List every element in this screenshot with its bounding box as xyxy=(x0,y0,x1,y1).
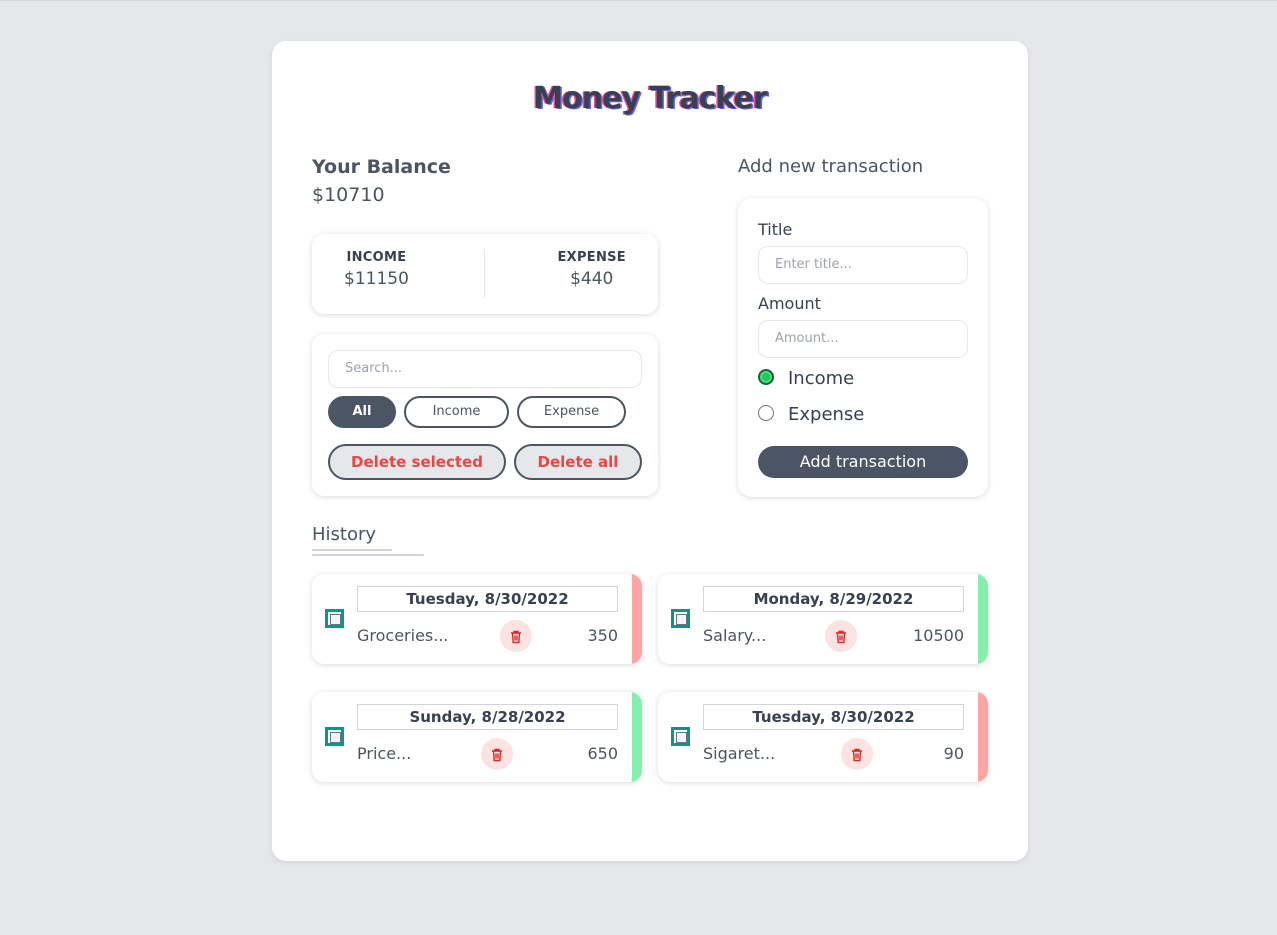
history-underline xyxy=(312,554,424,556)
income-stripe xyxy=(632,692,642,782)
income-radio-label: Income xyxy=(788,368,855,389)
expense-radio-option[interactable]: Expense xyxy=(758,404,864,425)
expense-stripe xyxy=(632,574,642,664)
expense-label: EXPENSE xyxy=(557,250,626,265)
search-input[interactable]: Search... xyxy=(328,350,642,388)
history-underline xyxy=(312,549,392,551)
select-checkbox[interactable] xyxy=(671,727,690,746)
income-label: INCOME xyxy=(346,250,407,265)
expense-radio[interactable] xyxy=(758,405,774,421)
filter-chip-all[interactable]: All xyxy=(328,396,396,428)
expense-radio-label: Expense xyxy=(788,404,865,425)
transaction-amount: 650 xyxy=(587,744,618,763)
history-heading: History xyxy=(312,524,377,545)
income-radio[interactable] xyxy=(758,369,774,385)
income-summary: INCOME $11150 xyxy=(344,250,409,289)
delete-selected-button[interactable]: Delete selected xyxy=(328,444,506,480)
select-checkbox[interactable] xyxy=(325,727,344,746)
transaction-amount: 350 xyxy=(587,626,618,645)
filter-panel: Search... All Income Expense Delete sele… xyxy=(312,334,658,496)
app-title: Money Tracker xyxy=(533,81,767,116)
transaction-date: Tuesday, 8/30/2022 xyxy=(357,586,618,612)
trash-icon[interactable] xyxy=(825,620,857,652)
income-expense-summary: INCOME $11150 EXPENSE $440 xyxy=(312,234,658,314)
title-label: Title xyxy=(758,220,793,239)
trash-icon[interactable] xyxy=(841,738,873,770)
transaction-date: Tuesday, 8/30/2022 xyxy=(703,704,964,730)
transaction-amount: 90 xyxy=(943,744,964,763)
expense-value: $440 xyxy=(570,269,614,289)
select-checkbox[interactable] xyxy=(671,609,690,628)
trash-icon[interactable] xyxy=(500,620,532,652)
transaction-card: Tuesday, 8/30/2022 Groceries... 350 xyxy=(312,574,642,664)
filter-chip-expense[interactable]: Expense xyxy=(517,396,626,428)
trash-icon[interactable] xyxy=(481,738,513,770)
transaction-date: Monday, 8/29/2022 xyxy=(703,586,964,612)
transaction-date: Sunday, 8/28/2022 xyxy=(357,704,618,730)
summary-divider xyxy=(484,250,485,298)
income-stripe xyxy=(978,574,988,664)
transaction-amount: 10500 xyxy=(913,626,964,645)
delete-all-button[interactable]: Delete all xyxy=(514,444,642,480)
balance-label: Your Balance xyxy=(312,156,451,178)
transaction-name: Salary... xyxy=(703,626,767,645)
transaction-name: Sigaret... xyxy=(703,744,776,763)
expense-summary: EXPENSE $440 xyxy=(557,250,626,289)
amount-input[interactable]: Amount... xyxy=(758,320,968,358)
balance-value: $10710 xyxy=(312,184,385,206)
transaction-card: Tuesday, 8/30/2022 Sigaret... 90 xyxy=(658,692,988,782)
income-radio-option[interactable]: Income xyxy=(758,368,854,389)
filter-chip-income[interactable]: Income xyxy=(404,396,509,428)
transaction-name: Price... xyxy=(357,744,412,763)
add-transaction-form: Title Enter title... Amount Amount... In… xyxy=(738,198,988,497)
select-checkbox[interactable] xyxy=(325,609,344,628)
add-transaction-heading: Add new transaction xyxy=(738,156,924,177)
money-tracker-card: Money Tracker Your Balance $10710 INCOME… xyxy=(272,41,1028,861)
expense-stripe xyxy=(978,692,988,782)
amount-label: Amount xyxy=(758,294,821,313)
title-input[interactable]: Enter title... xyxy=(758,246,968,284)
transaction-card: Sunday, 8/28/2022 Price... 650 xyxy=(312,692,642,782)
income-value: $11150 xyxy=(344,269,409,289)
transaction-card: Monday, 8/29/2022 Salary... 10500 xyxy=(658,574,988,664)
add-transaction-button[interactable]: Add transaction xyxy=(758,446,968,478)
transaction-name: Groceries... xyxy=(357,626,449,645)
